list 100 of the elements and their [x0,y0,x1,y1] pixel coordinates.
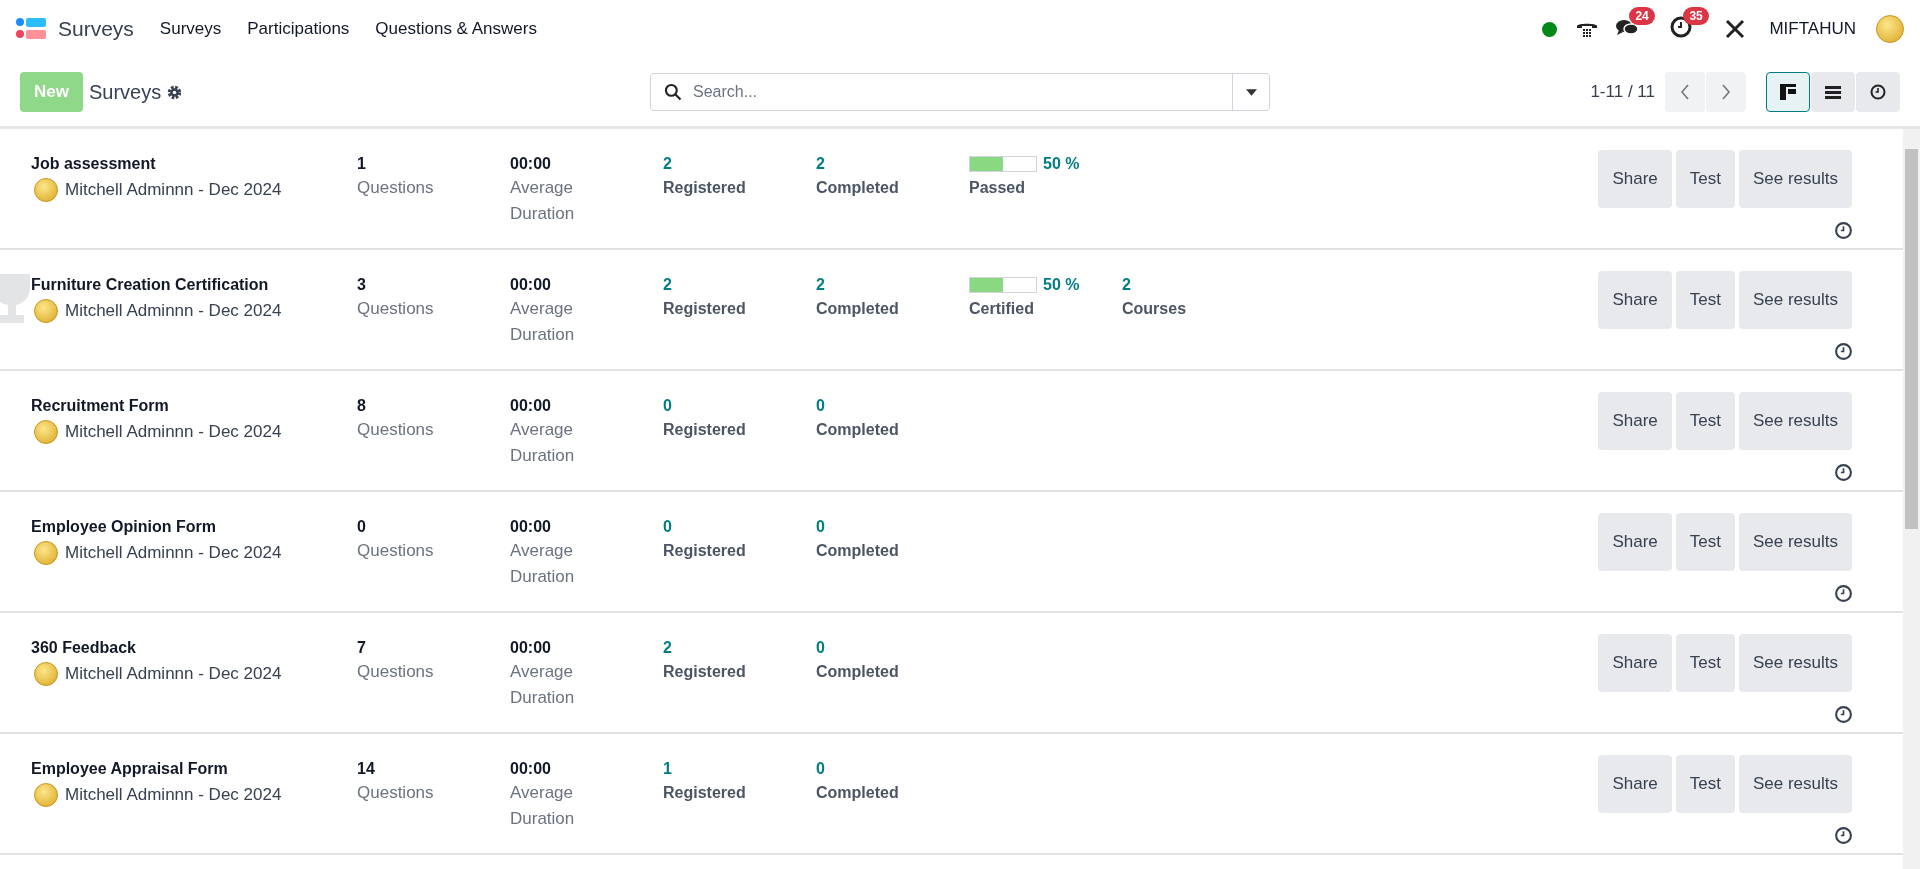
action-button[interactable]: Test [1675,392,1735,450]
registered-count[interactable]: 2 [663,637,816,659]
registered-count[interactable]: 1 [663,758,816,780]
action-button[interactable]: Share [1598,271,1672,329]
success-label: Passed [969,178,1027,198]
completed-label: Completed [816,783,900,803]
list-icon [1824,83,1842,101]
action-button[interactable]: Test [1675,755,1735,813]
survey-card[interactable]: Furniture Creation Certification Mitchell Adminnn - Dec 2024 3 Questions 00:00 Average Duration 2 Registered 2 Completed 50 % Certified 2 Courses Share Test See results [0,250,1903,371]
survey-title[interactable]: Job assessment [31,153,357,175]
survey-card[interactable]: Employee Opinion Form Mitchell Adminnn - Dec 2024 0 Questions 00:00 Average Duration 0 Registered 0 Completed Share Test See results [0,492,1903,613]
questions-label: Questions [357,177,435,199]
completed-count[interactable]: 0 [816,395,969,417]
registered-label: Registered [663,299,747,319]
questions-label: Questions [357,298,435,320]
activity-count-badge: 35 [1683,7,1709,25]
average-duration-label: Average Duration [510,540,576,588]
average-duration-value: 00:00 [510,275,552,295]
menu-item[interactable]: Participations [247,19,350,39]
search-icon [663,82,683,102]
action-button[interactable]: See results [1738,634,1852,692]
survey-title[interactable]: Recruitment Form [31,395,357,417]
course-count[interactable]: 2 [1122,274,1275,296]
completed-count[interactable]: 0 [816,516,969,538]
action-button[interactable]: See results [1738,150,1852,208]
chevron-left-icon [1680,83,1690,101]
question-count: 1 [357,154,367,174]
action-button[interactable]: Share [1598,392,1672,450]
action-button[interactable]: See results [1738,392,1852,450]
question-count: 14 [357,759,376,779]
pager-value[interactable]: 1-11 / 11 [1590,82,1655,102]
survey-title[interactable]: 360 Feedback [31,637,357,659]
registered-count[interactable]: 0 [663,516,816,538]
survey-card[interactable]: Job assessment Mitchell Adminnn - Dec 2024 1 Questions 00:00 Average Duration 2 Registered 2 Completed 50 % Passed Share Test See results [0,129,1903,250]
action-button[interactable]: Test [1675,150,1735,208]
author-date: Mitchell Adminnn - Dec 2024 [65,785,282,805]
completed-label: Completed [816,299,900,319]
kanban-icon [1779,83,1797,101]
clock-icon[interactable] [1834,826,1853,845]
completed-label: Completed [816,662,900,682]
author-date: Mitchell Adminnn - Dec 2024 [65,301,282,321]
action-button[interactable]: See results [1738,755,1852,813]
author-date: Mitchell Adminnn - Dec 2024 [65,180,282,200]
question-count: 7 [357,638,367,658]
app-name[interactable]: Surveys [58,17,134,41]
survey-card[interactable]: Recruitment Form Mitchell Adminnn - Dec 2024 8 Questions 00:00 Average Duration 0 Registered 0 Completed Share Test See results [0,371,1903,492]
author-avatar [34,178,58,202]
clock-icon[interactable] [1834,705,1853,724]
completed-label: Completed [816,541,900,561]
action-button[interactable]: Share [1598,150,1672,208]
user-name[interactable]: MIFTAHUN [1769,19,1856,39]
kanban-view-button[interactable] [1766,72,1810,112]
search-field[interactable]: Search... [650,73,1270,111]
author-avatar [34,420,58,444]
completed-count[interactable]: 0 [816,637,969,659]
search-input[interactable]: Search... [691,82,1232,102]
registered-label: Registered [663,178,747,198]
menu-item[interactable]: Surveys [159,19,222,39]
registered-count[interactable]: 2 [663,274,816,296]
action-button[interactable]: Test [1675,513,1735,571]
questions-label: Questions [357,540,435,562]
average-duration-value: 00:00 [510,154,552,174]
action-button[interactable]: See results [1738,513,1852,571]
activity-view-button[interactable] [1856,72,1900,112]
author-avatar [34,299,58,323]
menu-item[interactable]: Questions & Answers [375,19,537,39]
completed-count[interactable]: 2 [816,274,969,296]
action-button[interactable]: See results [1738,271,1852,329]
survey-title[interactable]: Furniture Creation Certification [31,274,357,296]
action-button[interactable]: Test [1675,634,1735,692]
questions-label: Questions [357,782,435,804]
question-count: 8 [357,396,367,416]
registered-count[interactable]: 0 [663,395,816,417]
action-button[interactable]: Test [1675,271,1735,329]
completed-label: Completed [816,178,900,198]
scrollbar[interactable] [1903,129,1920,869]
author-date: Mitchell Adminnn - Dec 2024 [65,664,282,684]
survey-title[interactable]: Employee Appraisal Form [31,758,357,780]
settings-icon[interactable] [166,83,184,101]
average-duration-label: Average Duration [510,298,576,346]
action-button[interactable]: Share [1598,755,1672,813]
clock-icon[interactable] [1834,221,1853,240]
completed-count[interactable]: 2 [816,153,969,175]
action-button[interactable]: Share [1598,634,1672,692]
clock-icon[interactable] [1834,584,1853,603]
success-rate-percent: 50 % [1043,276,1080,294]
completed-count[interactable]: 0 [816,758,969,780]
action-button[interactable]: Share [1598,513,1672,571]
average-duration-value: 00:00 [510,638,552,658]
survey-card[interactable]: Employee Appraisal Form Mitchell Adminnn - Dec 2024 14 Questions 00:00 Average Duration 1 Registered 0 Completed Share Test See results [0,734,1903,855]
survey-title[interactable]: Employee Opinion Form [31,516,357,538]
registered-label: Registered [663,541,747,561]
survey-card[interactable]: 360 Feedback Mitchell Adminnn - Dec 2024 7 Questions 00:00 Average Duration 2 Registered 0 Completed Share Test See results [0,613,1903,734]
list-view-button[interactable] [1811,72,1855,112]
clock-icon[interactable] [1834,342,1853,361]
app-logo-icon[interactable] [16,17,48,41]
author-avatar [34,541,58,565]
registered-count[interactable]: 2 [663,153,816,175]
clock-icon[interactable] [1834,463,1853,482]
average-duration-label: Average Duration [510,419,576,467]
